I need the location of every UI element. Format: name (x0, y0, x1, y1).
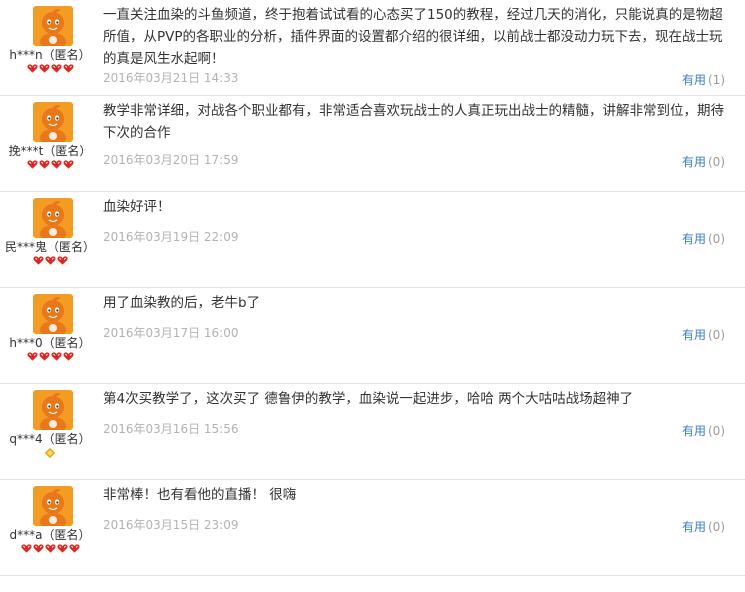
review-item: q***4（匿名） 第4次买教学了，这次买了 德鲁伊的教学，血染说一起进步，哈哈 … (0, 384, 745, 480)
diamond-badge-icon (45, 448, 55, 458)
avatar[interactable] (33, 198, 73, 238)
useful-button[interactable]: 有用 (0) (682, 422, 725, 439)
heart-badge-icon (63, 352, 74, 361)
useful-label: 有用 (681, 328, 706, 342)
reviewer-level-badges (0, 160, 100, 169)
useful-label: 有用 (681, 155, 706, 169)
reviewer-name: d***a（匿名） (9, 528, 91, 542)
useful-button[interactable]: 有用 (0) (682, 518, 725, 535)
heart-badge-icon (27, 64, 38, 73)
review-list: h***n（匿名） 一直关注血染的斗鱼频道，终于抱着试试看的心态买了150的教程，… (0, 0, 745, 576)
heart-badge-icon (63, 160, 74, 169)
reviewer-name: 挽***t（匿名） (8, 144, 92, 158)
useful-count: (0) (708, 232, 725, 246)
useful-count: (0) (708, 328, 725, 342)
heart-badge-icon (63, 64, 74, 73)
reviewer-level-badges (0, 352, 100, 361)
review-date: 2016年03月21日 14:33 (103, 71, 239, 85)
useful-button[interactable]: 有用 (0) (682, 230, 725, 247)
reviewer-info: q***4（匿名） (0, 384, 100, 480)
reviewer-info: 民***鬼（匿名） (0, 192, 100, 288)
review-item: h***n（匿名） 一直关注血染的斗鱼频道，终于抱着试试看的心态买了150的教程，… (0, 0, 745, 96)
useful-button[interactable]: 有用 (0) (682, 326, 725, 343)
heart-badge-icon (45, 544, 56, 553)
useful-count: (0) (708, 424, 725, 438)
reviewer-name: h***n（匿名） (9, 48, 91, 62)
reviewer-info: h***0（匿名） (0, 288, 100, 384)
reviewer-level-badges (0, 256, 100, 265)
review-item: 挽***t（匿名） 教学非常详细，对战各个职业都有，非常适合喜欢玩战士的人真正玩出… (0, 96, 745, 192)
reviewer-name: 民***鬼（匿名） (4, 240, 95, 254)
useful-count: (0) (708, 520, 725, 534)
review-text: 血染好评！ (103, 199, 171, 215)
heart-badge-icon (45, 256, 56, 265)
review-text: 教学非常详细，对战各个职业都有，非常适合喜欢玩战士的人真正玩出战士的精髓，讲解非… (103, 103, 724, 141)
review-date: 2016年03月20日 17:59 (103, 153, 239, 167)
useful-label: 有用 (681, 520, 706, 534)
heart-badge-icon (57, 544, 68, 553)
useful-label: 有用 (681, 73, 706, 87)
heart-badge-icon (39, 64, 50, 73)
reviewer-name: q***4（匿名） (9, 432, 91, 446)
review-item: 民***鬼（匿名） 血染好评！ 2016年03月19日 22:09 有用 (0) (0, 192, 745, 288)
heart-badge-icon (39, 352, 50, 361)
reviewer-level-badges (0, 448, 100, 458)
avatar[interactable] (33, 294, 73, 334)
avatar[interactable] (33, 6, 73, 46)
reviewer-info: h***n（匿名） (0, 0, 100, 96)
heart-badge-icon (57, 256, 68, 265)
review-text: 用了血染教的后，老牛b了 (103, 295, 261, 311)
reviewer-info: 挽***t（匿名） (0, 96, 100, 192)
useful-label: 有用 (681, 424, 706, 438)
heart-badge-icon (51, 352, 62, 361)
heart-badge-icon (21, 544, 32, 553)
review-text: 一直关注血染的斗鱼频道，终于抱着试试看的心态买了150的教程，经过几天的消化，只… (103, 7, 723, 67)
reviewer-level-badges (0, 544, 100, 553)
reviewer-info: d***a（匿名） (0, 480, 100, 576)
useful-count: (0) (708, 155, 725, 169)
useful-count: (1) (708, 73, 725, 87)
review-text: 第4次买教学了，这次买了 德鲁伊的教学，血染说一起进步，哈哈 两个大咕咕战场超神… (103, 391, 634, 407)
heart-badge-icon (69, 544, 80, 553)
avatar[interactable] (33, 102, 73, 142)
avatar[interactable] (33, 486, 73, 526)
review-item: d***a（匿名） 非常棒！也有看他的直播！ 很嗨 2016年03月15日 23:0… (0, 480, 745, 576)
heart-badge-icon (39, 160, 50, 169)
heart-badge-icon (27, 160, 38, 169)
useful-button[interactable]: 有用 (0) (682, 153, 725, 170)
review-item: h***0（匿名） 用了血染教的后，老牛b了 2016年03月17日 16:00 有用… (0, 288, 745, 384)
heart-badge-icon (51, 160, 62, 169)
review-date: 2016年03月16日 15:56 (103, 422, 239, 436)
review-date: 2016年03月19日 22:09 (103, 230, 239, 244)
review-text: 非常棒！也有看他的直播！ 很嗨 (103, 487, 297, 503)
avatar[interactable] (33, 390, 73, 430)
useful-button[interactable]: 有用 (1) (682, 71, 725, 88)
heart-badge-icon (51, 64, 62, 73)
heart-badge-icon (27, 352, 38, 361)
review-date: 2016年03月15日 23:09 (103, 518, 239, 532)
reviewer-name: h***0（匿名） (9, 336, 91, 350)
useful-label: 有用 (681, 232, 706, 246)
heart-badge-icon (33, 544, 44, 553)
reviewer-level-badges (0, 64, 100, 73)
heart-badge-icon (33, 256, 44, 265)
review-date: 2016年03月17日 16:00 (103, 326, 239, 340)
